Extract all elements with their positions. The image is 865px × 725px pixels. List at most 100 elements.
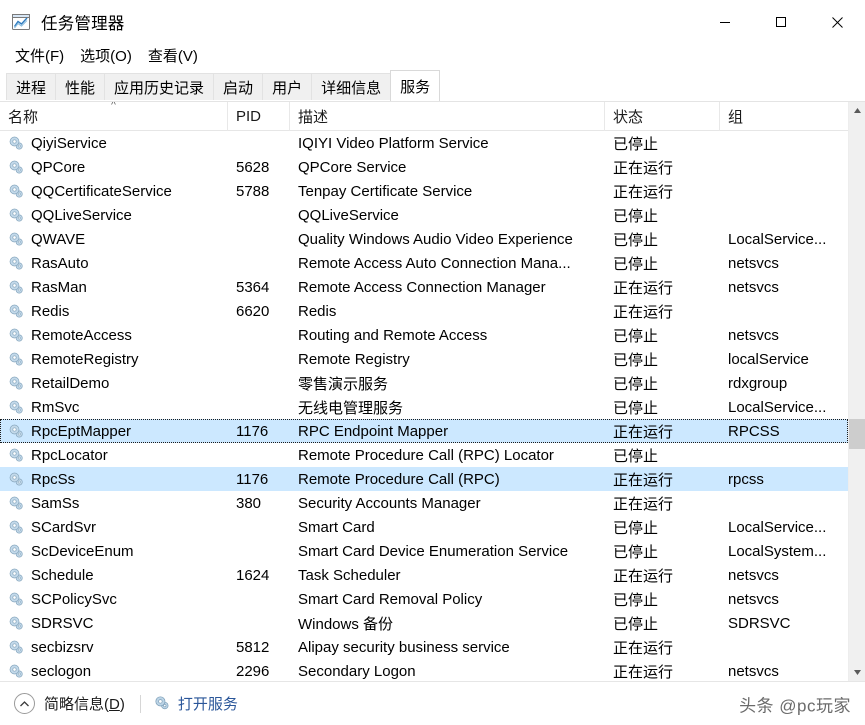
table-row[interactable]: RetailDemo 零售演示服务 已停止 rdxgroup xyxy=(0,371,848,395)
column-header-group[interactable]: 组 xyxy=(720,102,848,131)
service-gears-icon xyxy=(8,327,25,344)
cell-service-name: seclogon xyxy=(0,659,228,681)
tab-3[interactable]: 应用历史记录 xyxy=(104,73,215,101)
table-row[interactable]: SCPolicySvc Smart Card Removal Policy 已停止 n… xyxy=(0,587,848,611)
status-bar: 简略信息(D) 打开服务 头条 @pc玩家 xyxy=(0,681,865,725)
cell-group: RPCSS xyxy=(728,422,780,440)
table-row[interactable]: Redis 6620 Redis 正在运行 xyxy=(0,299,848,323)
service-name-label: RetailDemo xyxy=(31,374,110,392)
cell-status: 正在运行 xyxy=(613,183,674,201)
menu-bar: 文件(F) 选项(O) 查看(V) xyxy=(0,44,865,70)
cell-status: 正在运行 xyxy=(613,303,674,321)
service-gears-icon xyxy=(8,399,25,416)
services-list-area: 名称 ^ PID 描述 状态 组 QiyiService IQIYI Video … xyxy=(0,101,865,681)
service-gears-icon xyxy=(8,591,25,608)
table-row[interactable]: ScDeviceEnum Smart Card Device Enumeratio… xyxy=(0,539,848,563)
service-name-label: RpcEptMapper xyxy=(31,422,132,440)
table-row[interactable]: RpcEptMapper 1176 RPC Endpoint Mapper 正在运行 R… xyxy=(0,419,848,443)
scroll-up-button[interactable] xyxy=(849,102,865,119)
open-services-link[interactable]: 打开服务 xyxy=(154,693,238,714)
cell-pid xyxy=(228,131,290,155)
table-row[interactable]: RemoteRegistry Remote Registry 已停止 localSer… xyxy=(0,347,848,371)
service-name-label: RpcLocator xyxy=(31,446,108,464)
tab-7[interactable]: 服务 xyxy=(390,70,441,101)
fewer-details-button[interactable]: 简略信息(D) xyxy=(14,693,125,714)
service-name-label: RpcSs xyxy=(31,470,76,488)
tab-2[interactable]: 性能 xyxy=(55,73,106,101)
column-header-description[interactable]: 描述 xyxy=(290,102,605,131)
table-row[interactable]: Schedule 1624 Task Scheduler 正在运行 netsvcs xyxy=(0,563,848,587)
scroll-down-button[interactable] xyxy=(849,664,865,681)
table-row[interactable]: RpcSs 1176 Remote Procedure Call (RPC) 正在运行… xyxy=(0,467,848,491)
close-button[interactable] xyxy=(809,0,865,44)
minimize-button[interactable] xyxy=(697,0,753,44)
table-row[interactable]: secbizsrv 5812 Alipay security business se… xyxy=(0,635,848,659)
menu-item-file[interactable]: 文件(F) xyxy=(7,44,72,70)
service-name-label: SCPolicySvc xyxy=(31,590,117,608)
table-row[interactable]: RasMan 5364 Remote Access Connection Manag… xyxy=(0,275,848,299)
cell-status: 已停止 xyxy=(613,231,659,249)
service-name-label: QQLiveService xyxy=(31,206,132,224)
column-header-name[interactable]: 名称 ^ xyxy=(0,102,228,131)
table-row[interactable]: RasAuto Remote Access Auto Connection Man… xyxy=(0,251,848,275)
cell-description: Windows 备份 xyxy=(298,615,394,633)
cell-service-name: Redis xyxy=(0,299,228,323)
tab-4[interactable]: 启动 xyxy=(213,73,264,101)
window-title: 任务管理器 xyxy=(41,15,125,33)
tab-1[interactable]: 进程 xyxy=(6,73,57,101)
cell-description: QQLiveService xyxy=(298,206,399,224)
table-row[interactable]: QiyiService IQIYI Video Platform Service 已… xyxy=(0,131,848,155)
service-name-label: Schedule xyxy=(31,566,94,584)
table-row[interactable]: RmSvc 无线电管理服务 已停止 LocalService... xyxy=(0,395,848,419)
menu-item-view[interactable]: 查看(V) xyxy=(140,44,206,70)
table-row[interactable]: seclogon 2296 Secondary Logon 正在运行 netsvcs xyxy=(0,659,848,681)
tab-5[interactable]: 用户 xyxy=(262,73,313,101)
cell-service-name: RemoteRegistry xyxy=(0,347,228,371)
service-gears-icon xyxy=(8,471,25,488)
tab-6[interactable]: 详细信息 xyxy=(311,73,392,101)
cell-status: 已停止 xyxy=(613,519,659,537)
cell-group xyxy=(720,179,848,203)
accelerator-key: D xyxy=(109,696,120,713)
table-row[interactable]: RpcLocator Remote Procedure Call (RPC) Lo… xyxy=(0,443,848,467)
menu-item-options[interactable]: 选项(O) xyxy=(72,44,140,70)
service-gears-icon xyxy=(8,231,25,248)
cell-service-name: RpcEptMapper xyxy=(0,419,228,443)
table-row[interactable]: QQCertificateService 5788 Tenpay Certifica… xyxy=(0,179,848,203)
cell-pid: 1624 xyxy=(236,566,270,584)
cell-description: Remote Procedure Call (RPC) xyxy=(298,470,500,488)
table-row[interactable]: SCardSvr Smart Card 已停止 LocalService... xyxy=(0,515,848,539)
cell-pid xyxy=(228,539,290,563)
table-row[interactable]: QQLiveService QQLiveService 已停止 xyxy=(0,203,848,227)
service-name-label: SCardSvr xyxy=(31,518,97,536)
maximize-button[interactable] xyxy=(753,0,809,44)
column-header-status[interactable]: 状态 xyxy=(605,102,720,131)
table-row[interactable]: SamSs 380 Security Accounts Manager 正在运行 xyxy=(0,491,848,515)
cell-group: LocalService... xyxy=(728,518,827,536)
cell-service-name: QQLiveService xyxy=(0,203,228,227)
table-row[interactable]: SDRSVC Windows 备份 已停止 SDRSVC xyxy=(0,611,848,635)
service-name-label: RasMan xyxy=(31,278,87,296)
cell-service-name: ScDeviceEnum xyxy=(0,539,228,563)
column-header-pid[interactable]: PID xyxy=(228,102,290,131)
cell-pid: 1176 xyxy=(236,422,269,440)
cell-description: QPCore Service xyxy=(298,158,407,176)
vertical-scrollbar[interactable] xyxy=(848,102,865,681)
cell-status: 正在运行 xyxy=(613,663,674,681)
cell-description: Smart Card Removal Policy xyxy=(298,590,483,608)
cell-group: rdxgroup xyxy=(728,374,788,392)
scrollbar-thumb[interactable] xyxy=(849,419,865,449)
cell-description: Task Scheduler xyxy=(298,566,401,584)
cell-pid: 6620 xyxy=(236,302,270,320)
table-row[interactable]: RemoteAccess Routing and Remote Access 已停止… xyxy=(0,323,848,347)
table-row[interactable]: QWAVE Quality Windows Audio Video Experie… xyxy=(0,227,848,251)
tab-label: 服务 xyxy=(400,78,431,96)
cell-service-name: secbizsrv xyxy=(0,635,228,659)
cell-group xyxy=(720,299,848,323)
status-bar-separator xyxy=(139,694,141,713)
cell-pid xyxy=(228,395,290,419)
service-gears-icon xyxy=(8,255,25,272)
table-row[interactable]: QPCore 5628 QPCore Service 正在运行 xyxy=(0,155,848,179)
watermark: 头条 @pc玩家 xyxy=(739,696,851,715)
cell-service-name: Schedule xyxy=(0,563,228,587)
